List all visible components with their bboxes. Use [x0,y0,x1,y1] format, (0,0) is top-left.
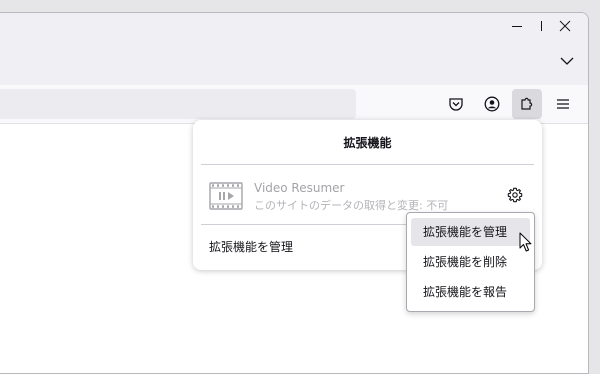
chevron-down-icon [560,57,574,65]
extension-settings-button[interactable] [504,184,526,206]
panel-title: 拡張機能 [343,136,392,150]
maximize-button[interactable] [496,13,542,39]
extensions-button[interactable] [512,89,542,119]
menu-item-remove[interactable]: 拡張機能を削除 [411,248,530,276]
close-icon [559,20,571,32]
pocket-icon [449,98,463,111]
navigation-toolbar [0,85,588,124]
gear-icon [507,187,523,203]
pocket-button[interactable] [441,89,471,119]
extension-name: Video Resumer [254,181,345,195]
menu-item-manage[interactable]: 拡張機能を管理 [411,218,530,246]
account-icon [484,96,500,112]
divider [201,164,534,165]
manage-extensions-link[interactable]: 拡張機能を管理 [209,238,293,255]
extension-permission: このサイトのデータの取得と変更: 不可 [254,199,449,212]
app-menu-button[interactable] [548,89,578,119]
account-button[interactable] [477,89,507,119]
close-button[interactable] [542,13,588,39]
url-bar[interactable] [0,89,356,119]
menu-icon [557,99,569,109]
extension-context-menu: 拡張機能を管理 拡張機能を削除 拡張機能を報告 [406,212,535,312]
film-icon [209,182,243,210]
list-all-tabs-button[interactable] [552,49,582,73]
mouse-cursor-icon [519,232,532,252]
extensions-icon [521,97,533,110]
title-bar [0,13,588,85]
menu-item-report[interactable]: 拡張機能を報告 [411,278,530,306]
